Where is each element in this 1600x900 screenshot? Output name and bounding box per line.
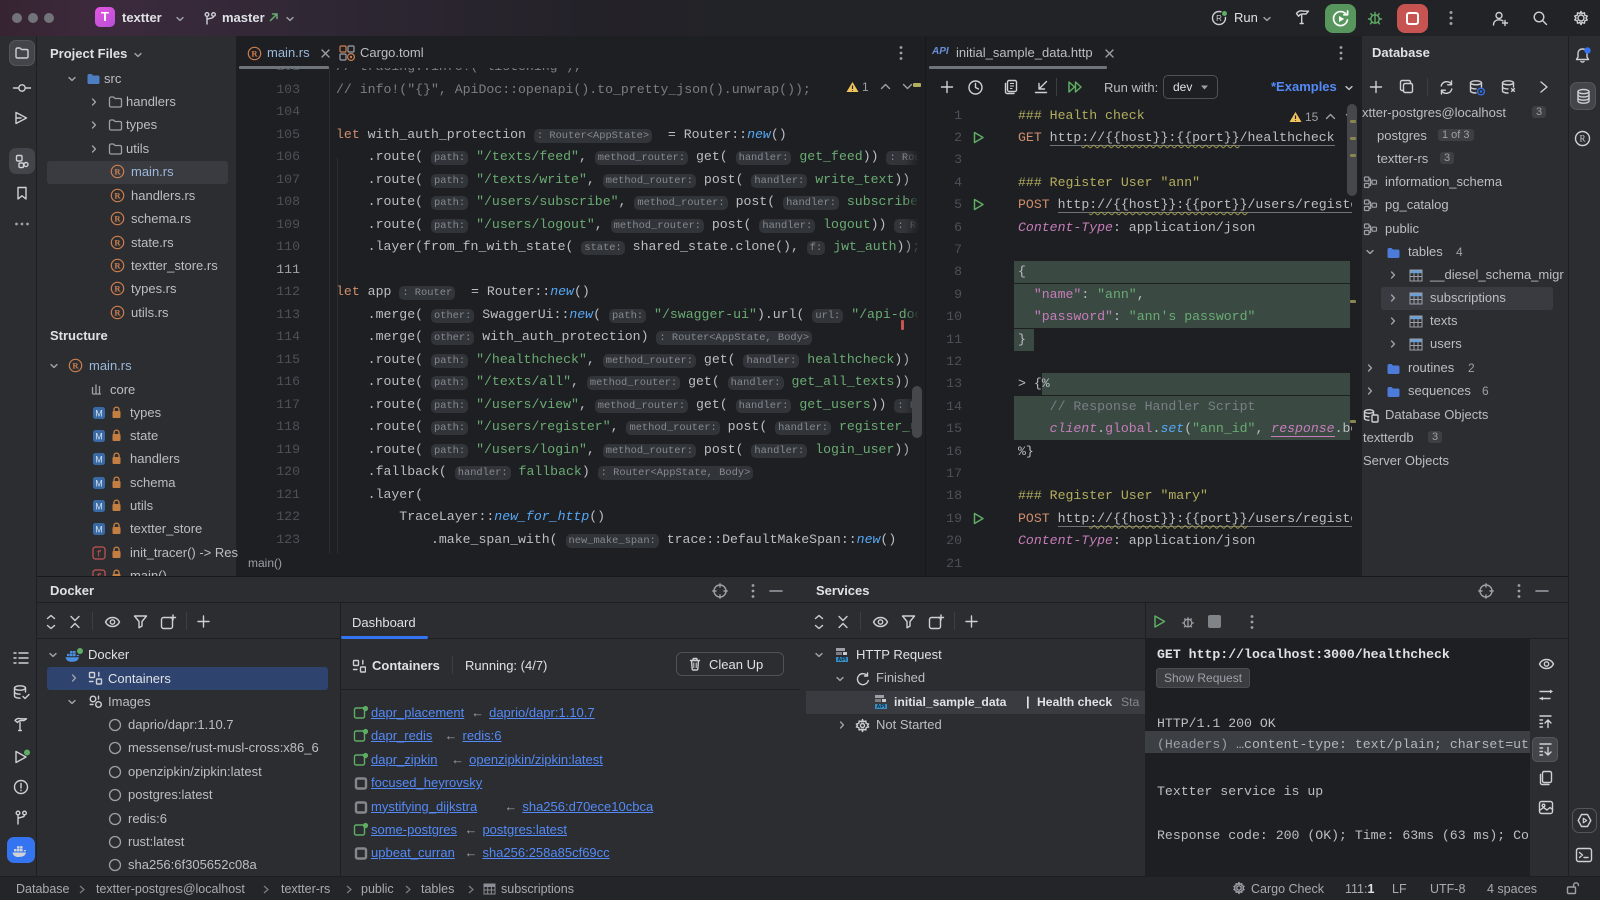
svg-text:API: API — [837, 657, 847, 663]
svg-text:R: R — [114, 238, 121, 248]
svg-text:f: f — [96, 550, 101, 560]
svg-text:R: R — [1216, 14, 1222, 23]
svg-text:R: R — [114, 191, 121, 201]
svg-text:API: API — [876, 704, 886, 710]
svg-text:R: R — [114, 261, 121, 271]
svg-text:M: M — [95, 455, 103, 465]
svg-text:R: R — [72, 361, 79, 371]
svg-text:R: R — [114, 284, 121, 294]
svg-text:R: R — [114, 167, 121, 177]
svg-text:R: R — [251, 49, 258, 59]
svg-text:M: M — [95, 409, 103, 419]
svg-text:M: M — [95, 525, 103, 535]
svg-text:M: M — [95, 502, 103, 512]
svg-text:R: R — [114, 308, 121, 318]
svg-text:R: R — [114, 214, 121, 224]
svg-text:R: R — [1579, 134, 1585, 144]
svg-text:M: M — [95, 479, 103, 489]
svg-text:M: M — [95, 432, 103, 442]
